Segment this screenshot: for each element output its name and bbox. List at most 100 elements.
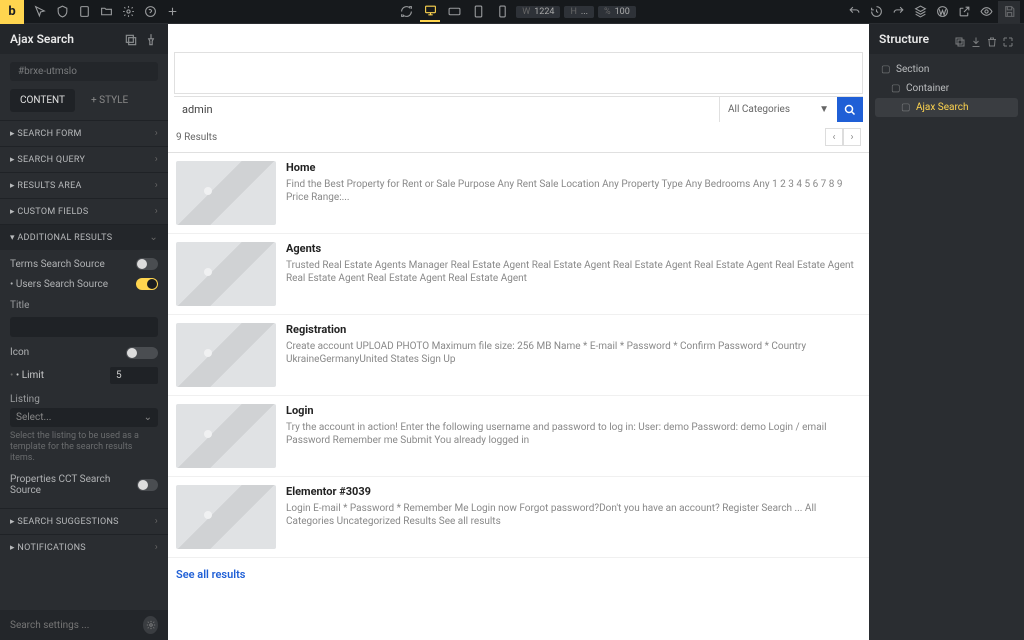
zoom-chip[interactable]: %100 <box>598 6 636 18</box>
refresh-icon[interactable] <box>396 2 416 22</box>
external-link-icon[interactable] <box>954 2 974 22</box>
acc-search-query[interactable]: ▸ SEARCH QUERY› <box>0 147 168 172</box>
expand-icon[interactable] <box>1002 33 1014 45</box>
limit-label: • Limit <box>10 370 44 381</box>
download-icon[interactable] <box>970 33 982 45</box>
listing-label: Listing <box>10 394 158 405</box>
desktop-icon[interactable] <box>420 2 440 22</box>
tab-content[interactable]: CONTENT <box>10 89 75 112</box>
tablet-portrait-icon[interactable] <box>468 2 488 22</box>
listing-select[interactable]: Select...⌄ <box>10 408 158 427</box>
title-input[interactable] <box>10 317 158 337</box>
tree-item[interactable]: ▢ Container <box>875 79 1018 98</box>
tab-style[interactable]: + STYLE <box>81 89 138 112</box>
result-desc: Find the Best Property for Rent or Sale … <box>286 178 861 204</box>
pin-icon[interactable] <box>144 32 158 46</box>
settings-gear-icon[interactable] <box>143 616 158 634</box>
icon-field-label: Icon <box>10 347 29 358</box>
result-item[interactable]: Elementor #3039 Login E-mail * Password *… <box>168 477 869 558</box>
page-icon[interactable] <box>74 2 94 22</box>
result-desc: Trusted Real Estate Agents Manager Real … <box>286 259 861 285</box>
result-thumb <box>176 404 276 468</box>
width-chip[interactable]: W1224 <box>516 6 560 18</box>
limit-input[interactable] <box>110 367 158 384</box>
results-count: 9 Results <box>176 132 217 143</box>
copy-icon[interactable] <box>954 33 966 45</box>
tree-label: Container <box>906 83 949 94</box>
wordpress-icon[interactable] <box>932 2 952 22</box>
users-source-toggle[interactable] <box>136 278 158 290</box>
pager-next[interactable]: › <box>843 128 861 146</box>
canvas: All Categories▼ 9 Results ‹› Home Find th… <box>168 24 869 640</box>
tree-icon: ▢ <box>881 64 891 75</box>
canvas-empty-box <box>174 52 863 94</box>
terms-source-toggle[interactable] <box>136 258 158 270</box>
tree-label: Ajax Search <box>916 102 969 113</box>
users-source-label: • Users Search Source <box>10 279 108 290</box>
acc-search-form[interactable]: ▸ SEARCH FORM› <box>0 121 168 146</box>
clone-icon[interactable] <box>124 32 138 46</box>
undo-icon[interactable] <box>844 2 864 22</box>
acc-results-area[interactable]: ▸ RESULTS AREA› <box>0 173 168 198</box>
title-field-label: Title <box>10 300 158 311</box>
cct-source-label: Properties CCT Search Source <box>10 474 137 496</box>
tablet-landscape-icon[interactable] <box>444 2 464 22</box>
result-thumb <box>176 485 276 549</box>
save-icon[interactable] <box>998 1 1020 23</box>
right-panel: Structure ▢ Section ▢ Container ▢ Ajax Search <box>869 24 1024 640</box>
result-title: Agents <box>286 242 861 255</box>
terms-source-label: Terms Search Source <box>10 259 105 270</box>
gear-icon[interactable] <box>118 2 138 22</box>
result-title: Registration <box>286 323 861 336</box>
search-settings-input[interactable] <box>10 620 143 631</box>
result-title: Home <box>286 161 861 174</box>
result-item[interactable]: Agents Trusted Real Estate Agents Manager… <box>168 234 869 315</box>
category-select[interactable]: All Categories▼ <box>719 97 837 122</box>
cct-source-toggle[interactable] <box>137 479 158 491</box>
icon-toggle[interactable] <box>126 347 158 359</box>
result-title: Elementor #3039 <box>286 485 861 498</box>
topbar: b W1224 H... %100 <box>0 0 1024 24</box>
ajax-search-input[interactable] <box>174 97 719 122</box>
eye-icon[interactable] <box>976 2 996 22</box>
trash-icon[interactable] <box>986 33 998 45</box>
result-desc: Create account UPLOAD PHOTO Maximum file… <box>286 340 861 366</box>
add-icon[interactable] <box>162 2 182 22</box>
see-all-link[interactable]: See all results <box>168 558 869 595</box>
height-chip[interactable]: H... <box>564 6 594 18</box>
acc-notifications[interactable]: ▸ NOTIFICATIONS› <box>0 535 168 560</box>
listing-help: Select the listing to be used as a templ… <box>10 431 158 465</box>
layers-icon[interactable] <box>910 2 930 22</box>
element-title: Ajax Search <box>10 32 74 46</box>
result-thumb <box>176 161 276 225</box>
search-button[interactable] <box>837 97 863 122</box>
tree-item[interactable]: ▢ Section <box>875 60 1018 79</box>
app-logo[interactable]: b <box>0 0 24 24</box>
mobile-icon[interactable] <box>492 2 512 22</box>
result-desc: Try the account in action! Enter the fol… <box>286 421 861 447</box>
pointer-icon[interactable] <box>30 2 50 22</box>
tree-icon: ▢ <box>901 102 911 113</box>
acc-custom-fields[interactable]: ▸ CUSTOM FIELDS› <box>0 199 168 224</box>
result-item[interactable]: Registration Create account UPLOAD PHOTO … <box>168 315 869 396</box>
tree-icon: ▢ <box>891 83 901 94</box>
left-panel: Ajax Search #brxe-utmslo CONTENT + STYLE… <box>0 24 168 640</box>
tree-item[interactable]: ▢ Ajax Search <box>875 98 1018 117</box>
result-thumb <box>176 323 276 387</box>
help-icon[interactable] <box>140 2 160 22</box>
result-item[interactable]: Home Find the Best Property for Rent or S… <box>168 153 869 234</box>
result-title: Login <box>286 404 861 417</box>
acc-search-suggestions[interactable]: ▸ SEARCH SUGGESTIONS› <box>0 509 168 534</box>
structure-title: Structure <box>879 32 929 46</box>
result-item[interactable]: Login Try the account in action! Enter th… <box>168 396 869 477</box>
element-id-chip[interactable]: #brxe-utmslo <box>10 62 158 81</box>
shield-icon[interactable] <box>52 2 72 22</box>
pager-prev[interactable]: ‹ <box>825 128 843 146</box>
result-desc: Login E-mail * Password * Remember Me Lo… <box>286 502 861 528</box>
acc-additional-results[interactable]: ▾ ADDITIONAL RESULTS⌄ <box>0 225 168 250</box>
result-thumb <box>176 242 276 306</box>
folder-icon[interactable] <box>96 2 116 22</box>
tree-label: Section <box>896 64 929 75</box>
history-icon[interactable] <box>866 2 886 22</box>
redo-icon[interactable] <box>888 2 908 22</box>
